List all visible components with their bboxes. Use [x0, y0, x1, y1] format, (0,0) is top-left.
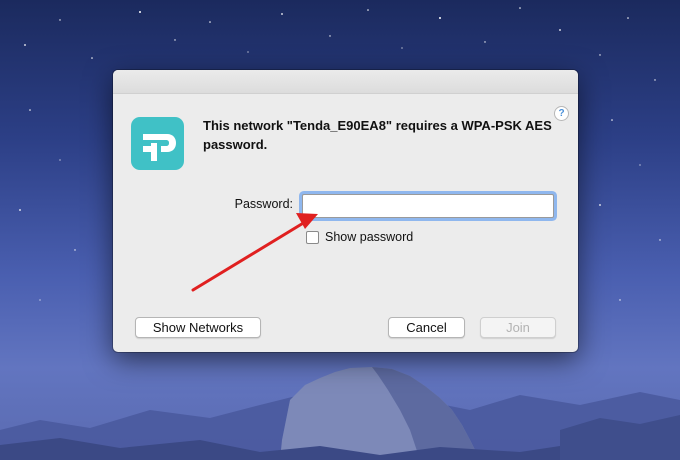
- annotation-arrow: [191, 213, 318, 292]
